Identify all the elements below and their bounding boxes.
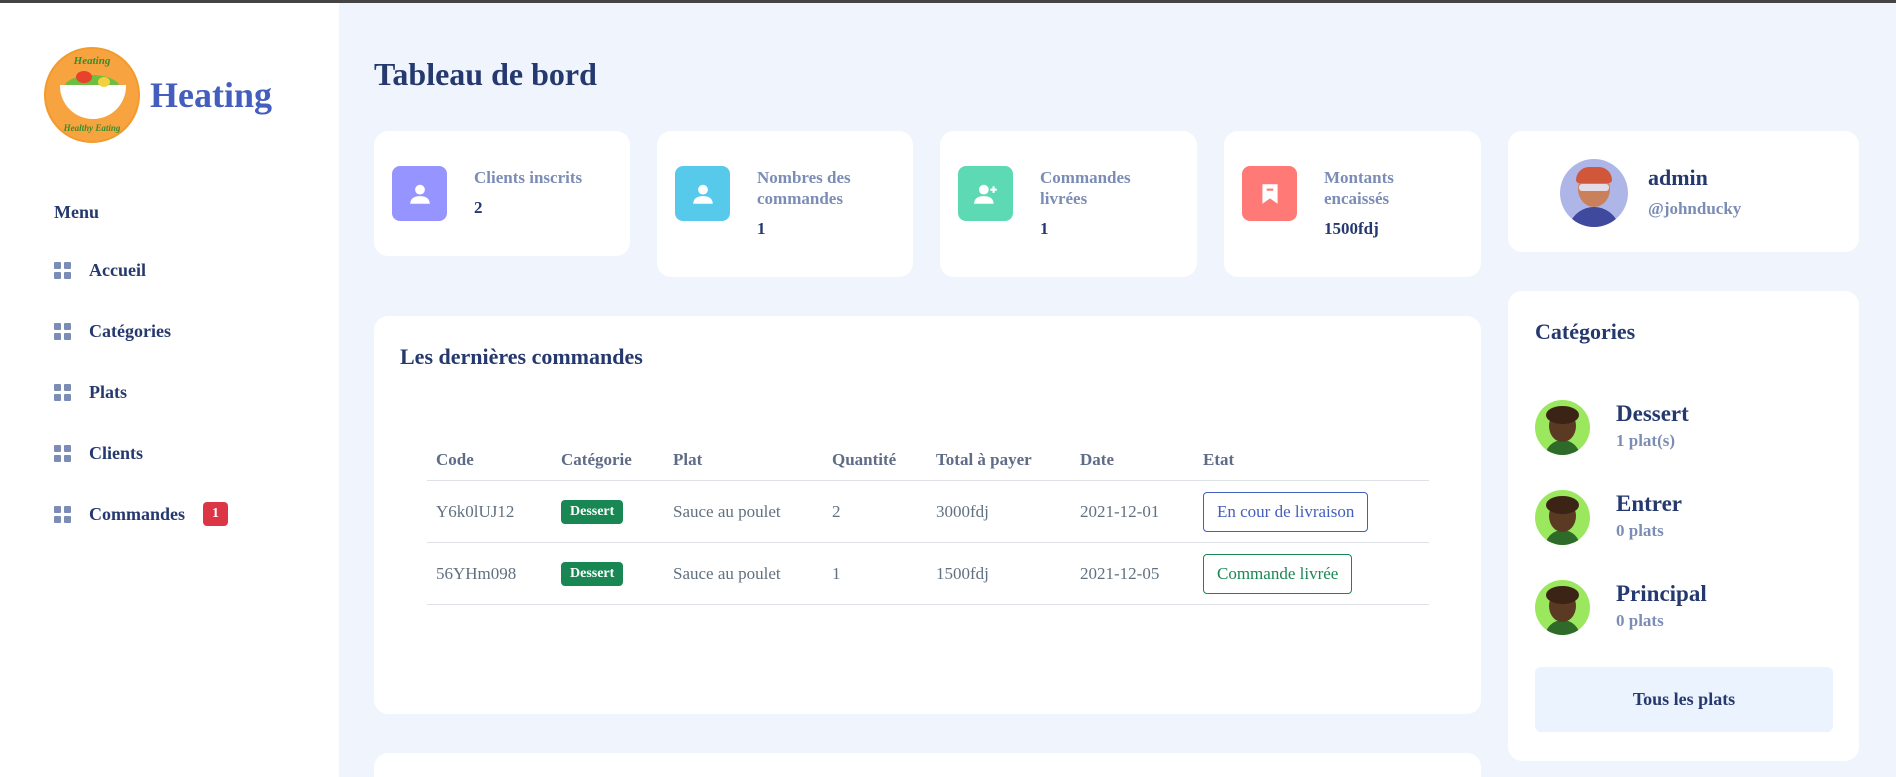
stat-label: Nombres des commandes — [757, 168, 851, 208]
sidebar-item-label: Catégories — [89, 321, 171, 341]
category-badge: Dessert — [561, 499, 624, 524]
categories-card: Catégories Dessert 1 plat(s) Entrer 0 pl… — [1508, 291, 1859, 761]
category-badge: Dessert — [561, 561, 624, 586]
sidebar-item-commandes[interactable]: Commandes 1 — [54, 502, 229, 526]
category-avatar — [1535, 490, 1590, 545]
sidebar-item-accueil[interactable]: Accueil — [54, 260, 146, 281]
avatar — [1560, 159, 1628, 227]
category-name: Entrer — [1616, 491, 1683, 516]
order-dish: Sauce au poulet — [664, 480, 823, 543]
column-header: Total à payer — [927, 440, 1071, 481]
category-count: 0 plats — [1616, 611, 1664, 630]
sidebar-item-categories[interactable]: Catégories — [54, 321, 171, 342]
category-item-dessert[interactable]: Dessert 1 plat(s) — [1535, 400, 1825, 456]
sidebar-item-label: Plats — [89, 382, 127, 402]
stat-value: 2 — [474, 198, 483, 217]
categories-title: Catégories — [1535, 319, 1636, 344]
brand[interactable]: Heating Healthy Eating Heating — [44, 47, 272, 143]
sidebar-item-label: Clients — [89, 443, 143, 463]
grid-icon — [54, 384, 71, 401]
grid-icon — [54, 262, 71, 279]
category-count: 0 plats — [1616, 521, 1664, 540]
order-total: 3000fdj — [927, 480, 1071, 543]
brand-name: Heating — [150, 75, 272, 115]
order-state-button[interactable]: Commande livrée — [1203, 553, 1353, 594]
stat-label: Montants encaissés — [1324, 168, 1394, 208]
orders-title: Les dernières commandes — [400, 344, 643, 369]
next-card — [374, 753, 1481, 777]
column-header: Code — [427, 440, 552, 481]
user-plus-icon — [958, 166, 1013, 221]
logo-text-bottom: Healthy Eating — [63, 123, 121, 133]
grid-icon — [54, 323, 71, 340]
sidebar-item-clients[interactable]: Clients — [54, 443, 143, 464]
stat-card-commandes: Nombres des commandes 1 — [657, 131, 913, 277]
table-header-row: Code Catégorie Plat Quantité Total à pay… — [427, 440, 1429, 481]
grid-icon — [54, 505, 71, 523]
commandes-count-badge: 1 — [203, 502, 229, 526]
grid-icon — [54, 445, 71, 462]
category-name: Dessert — [1616, 401, 1689, 426]
page-title: Tableau de bord — [374, 56, 597, 92]
stat-card-montants: Montants encaissés 1500fdj — [1224, 131, 1481, 277]
menu-label: Menu — [54, 202, 99, 222]
order-dish: Sauce au poulet — [664, 542, 823, 605]
sidebar-item-label: Commandes — [89, 503, 186, 524]
order-date: 2021-12-01 — [1071, 480, 1194, 543]
stat-label: Clients inscrits — [474, 168, 583, 187]
sidebar-item-label: Accueil — [89, 260, 146, 280]
order-total: 1500fdj — [927, 542, 1071, 605]
orders-table: Code Catégorie Plat Quantité Total à pay… — [427, 440, 1429, 605]
sidebar: Heating Healthy Eating Heating Menu Accu… — [0, 3, 339, 777]
table-row[interactable]: 56YHm098 Dessert Sauce au poulet 1 1500f… — [427, 542, 1429, 605]
category-count: 1 plat(s) — [1616, 431, 1676, 450]
stat-value: 1 — [757, 219, 766, 238]
category-avatar — [1535, 400, 1590, 455]
order-date: 2021-12-05 — [1071, 542, 1194, 605]
column-header: Date — [1071, 440, 1194, 481]
category-avatar — [1535, 580, 1590, 635]
category-item-entrer[interactable]: Entrer 0 plats — [1535, 490, 1825, 546]
all-dishes-button[interactable]: Tous les plats — [1535, 667, 1833, 732]
profile-handle: @johnducky — [1648, 199, 1742, 218]
logo-text-top: Heating — [73, 55, 111, 67]
user-icon — [392, 166, 447, 221]
column-header: Etat — [1194, 440, 1429, 481]
category-item-principal[interactable]: Principal 0 plats — [1535, 580, 1825, 636]
user-icon — [675, 166, 730, 221]
order-quantity: 1 — [823, 542, 927, 605]
order-quantity: 2 — [823, 480, 927, 543]
stat-label: Commandes livrées — [1040, 168, 1131, 208]
column-header: Quantité — [823, 440, 927, 481]
order-code: 56YHm098 — [427, 542, 552, 605]
stat-card-clients: Clients inscrits 2 — [374, 131, 630, 256]
stat-card-livrees: Commandes livrées 1 — [940, 131, 1197, 277]
order-code: Y6k0lUJ12 — [427, 480, 552, 543]
brand-logo: Heating Healthy Eating — [44, 47, 140, 143]
sidebar-item-plats[interactable]: Plats — [54, 382, 127, 403]
stat-value: 1500fdj — [1324, 219, 1379, 238]
bookmark-icon — [1242, 166, 1297, 221]
profile-name: admin — [1648, 165, 1708, 190]
stat-value: 1 — [1040, 219, 1049, 238]
latest-orders-card: Les dernières commandes Code Catégorie P… — [374, 316, 1481, 714]
column-header: Plat — [664, 440, 823, 481]
category-name: Principal — [1616, 581, 1707, 606]
table-row[interactable]: Y6k0lUJ12 Dessert Sauce au poulet 2 3000… — [427, 480, 1429, 543]
order-state-button[interactable]: En cour de livraison — [1203, 491, 1369, 532]
profile-card[interactable]: admin @johnducky — [1508, 131, 1859, 252]
column-header: Catégorie — [552, 440, 664, 481]
